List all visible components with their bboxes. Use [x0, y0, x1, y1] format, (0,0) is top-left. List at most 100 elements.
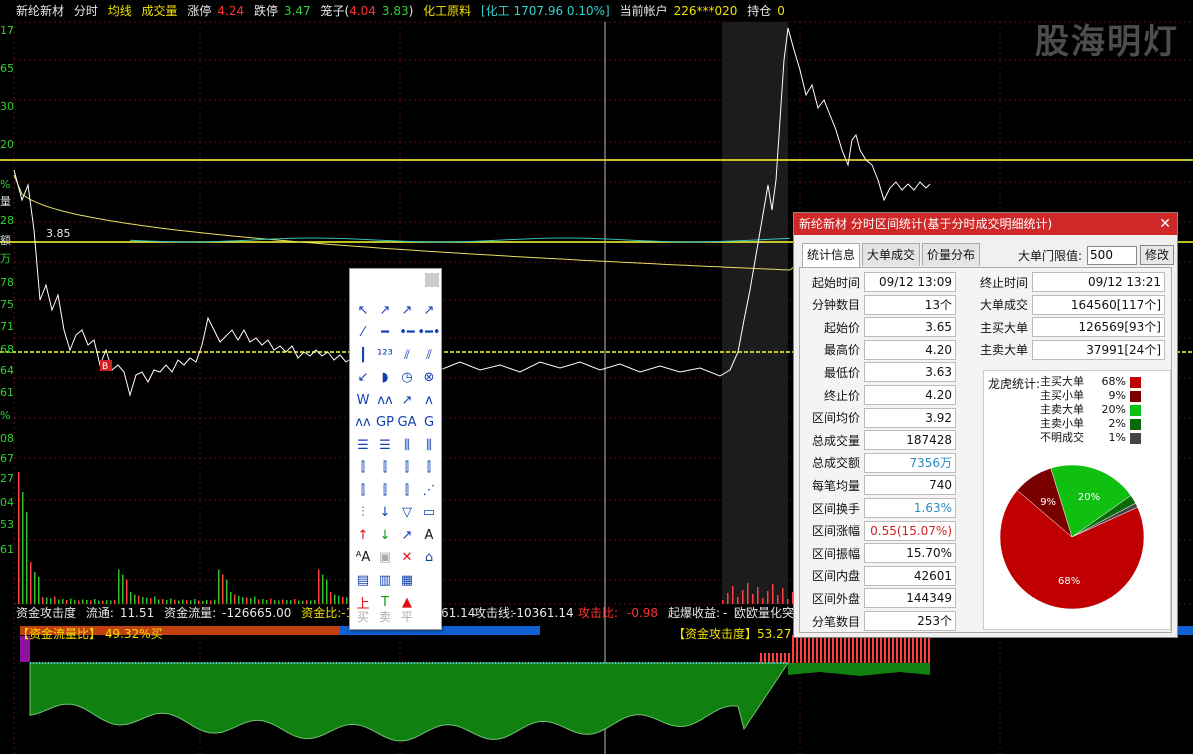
- drawing-tool-icon[interactable]: ↖: [352, 299, 374, 322]
- drawing-tool-icon[interactable]: ▤: [352, 569, 374, 592]
- drawing-tool-icon[interactable]: ✕: [396, 547, 418, 570]
- stat-label: 主买大单: [979, 320, 1028, 335]
- volume-bar: [757, 587, 759, 604]
- indicator-title[interactable]: 资金攻击度: [16, 606, 76, 620]
- tab-large-orders[interactable]: 大单成交: [862, 243, 921, 266]
- drawing-tool-icon[interactable]: ⫿: [352, 457, 374, 480]
- legend-swatch: [1130, 404, 1141, 416]
- volume-bar: [118, 569, 120, 604]
- stat-value: 740: [864, 475, 956, 496]
- drawing-tool-icon[interactable]: ʌʌ: [352, 412, 374, 435]
- drawing-tool-icon[interactable]: ━: [374, 322, 396, 345]
- drawing-tool-icon[interactable]: ┃: [352, 344, 374, 367]
- sell-button[interactable]: 卖: [374, 608, 396, 625]
- volume-label[interactable]: 成交量: [142, 4, 178, 18]
- drawing-tool-icon[interactable]: ⋰: [418, 479, 440, 502]
- axis-label-char: 额: [0, 234, 11, 247]
- flow-red-bar: [804, 635, 806, 663]
- stat-value: 0.55(15.07%): [864, 520, 956, 541]
- drawing-tool-icon[interactable]: ↗: [396, 524, 418, 547]
- axis-label: 61: [0, 543, 14, 556]
- drawing-tool-icon[interactable]: ▥: [374, 569, 396, 592]
- tab-price-volume[interactable]: 价量分布: [922, 243, 981, 266]
- drawing-tool-icon[interactable]: ⫼: [396, 434, 418, 457]
- drawing-tool-icon[interactable]: ▦: [396, 569, 418, 592]
- legend-name: 主卖小单: [1040, 417, 1084, 430]
- drawing-tool-icon[interactable]: ◷: [396, 367, 418, 390]
- drawing-tool-icon[interactable]: ᴬA: [352, 547, 374, 570]
- stat-row: 总成交额 7356万: [804, 452, 956, 473]
- drawing-tool-icon[interactable]: •━: [396, 322, 418, 345]
- drawing-tool-icon[interactable]: ⫿: [352, 479, 374, 502]
- drawing-tool-icon[interactable]: ↓: [374, 502, 396, 525]
- axis-label: 67: [0, 452, 14, 465]
- drawing-tool-icon[interactable]: A: [418, 524, 440, 547]
- dragon-title: 龙虎统计:: [988, 377, 1041, 391]
- drawing-tool-icon[interactable]: ↗: [396, 389, 418, 412]
- drawing-tool-icon[interactable]: ↙: [352, 367, 374, 390]
- drawing-tool-icon[interactable]: ↑: [352, 524, 374, 547]
- legend-item: 不明成交 1%: [1040, 431, 1141, 445]
- drawing-tool-icon[interactable]: ▽: [396, 502, 418, 525]
- drawing-tool-icon[interactable]: GP: [374, 412, 396, 435]
- dialog-title-bar[interactable]: 新纶新材 分时区间统计(基于分时成交明细统计) ✕: [794, 213, 1177, 235]
- tab-stats-info[interactable]: 统计信息: [802, 243, 861, 267]
- drawing-tool-icon[interactable]: ʌ: [418, 389, 440, 412]
- modify-button[interactable]: 修改: [1140, 245, 1175, 265]
- drawing-tool-icon[interactable]: ⫿: [374, 457, 396, 480]
- drawing-toolbox[interactable]: ↖ ↗ ↗ ↗ ⁄ ━ •━ •━• ┃ ¹²³ ⫽ ⫽ ↙ ◗ ◷ ⊗ Wʌʌ ↗ ʌ ʌʌ GP GA G ☰ ☰ ⫼ ⫼ ⫿ ⫿ ⫿…: [349, 268, 442, 630]
- drawing-tool-icon[interactable]: ↗: [396, 299, 418, 322]
- sector-label[interactable]: 化工原料: [423, 4, 471, 18]
- drawing-tool-icon[interactable]: ▭: [418, 502, 440, 525]
- drawing-tool-icon[interactable]: ʌʌ: [374, 389, 396, 412]
- interval-stats-dialog[interactable]: 新纶新材 分时区间统计(基于分时成交明细统计) ✕ 统计信息 大单成交 价量分布…: [793, 212, 1178, 638]
- drawing-tool-icon[interactable]: [418, 569, 440, 592]
- threshold-input[interactable]: [1087, 245, 1138, 265]
- stat-label: 最高价: [823, 343, 860, 358]
- volume-bar: [122, 574, 124, 604]
- drawing-tool-icon[interactable]: ⌂: [418, 547, 440, 570]
- drawing-tool-icon[interactable]: ↗: [418, 299, 440, 322]
- stat-label: 区间外盘: [811, 591, 860, 606]
- buy-button[interactable]: 买: [352, 608, 374, 625]
- drawing-tool-icon[interactable]: ⫿: [396, 457, 418, 480]
- drawing-tool-icon[interactable]: ⁄: [352, 322, 374, 345]
- volume-bar: [318, 569, 320, 604]
- close-icon[interactable]: ✕: [1159, 213, 1171, 235]
- drawing-tool-icon[interactable]: ⫼: [418, 434, 440, 457]
- flow-red-bar: [800, 635, 802, 663]
- drawing-tool-icon[interactable]: ⊗: [418, 367, 440, 390]
- drawing-tool-icon[interactable]: ⫽: [418, 344, 440, 367]
- buy-marker[interactable]: B: [102, 362, 108, 372]
- drawing-tool-icon[interactable]: W: [352, 389, 374, 412]
- avg-line-label[interactable]: 均线: [108, 4, 132, 18]
- drawing-tool-icon[interactable]: •━•: [417, 322, 440, 345]
- drawing-tool-icon[interactable]: ◗: [374, 367, 396, 390]
- account-value[interactable]: 226***020: [674, 4, 738, 18]
- drawing-tool-icon[interactable]: [418, 592, 440, 615]
- stat-label: 区间振幅: [811, 546, 860, 561]
- axis-label: 71: [0, 320, 14, 333]
- mode-label[interactable]: 分时: [74, 4, 98, 18]
- drawing-tool-icon[interactable]: ⫶: [352, 502, 374, 525]
- drawing-tool-icon[interactable]: ☰: [352, 434, 374, 457]
- drawing-tool-icon[interactable]: ¹²³: [374, 344, 396, 367]
- sector-detail[interactable]: [化工 1707.96 0.10%]: [481, 4, 610, 18]
- drawing-tool-icon[interactable]: ↓: [374, 524, 396, 547]
- drawing-tool-icon[interactable]: ▣: [374, 547, 396, 570]
- drawing-tool-icon[interactable]: G: [418, 412, 440, 435]
- drawing-tool-icon[interactable]: ⫿: [418, 457, 440, 480]
- drawing-tool-icon[interactable]: ⫽: [396, 344, 418, 367]
- flow-red-bar: [784, 653, 786, 663]
- drawing-tool-icon[interactable]: ☰: [374, 434, 396, 457]
- selection-band[interactable]: [722, 22, 788, 604]
- drawing-tool-icon[interactable]: ⫿: [396, 479, 418, 502]
- flow-red-bar: [816, 635, 818, 663]
- toolbox-close-icon[interactable]: [425, 273, 439, 287]
- drawing-tool-icon[interactable]: GA: [396, 412, 418, 435]
- stock-name[interactable]: 新纶新材: [16, 4, 64, 18]
- close-position-button[interactable]: 平: [396, 608, 418, 625]
- drawing-tool-icon[interactable]: ⫿: [374, 479, 396, 502]
- drawing-tool-icon[interactable]: ↗: [374, 299, 396, 322]
- axis-label: 08: [0, 432, 14, 445]
